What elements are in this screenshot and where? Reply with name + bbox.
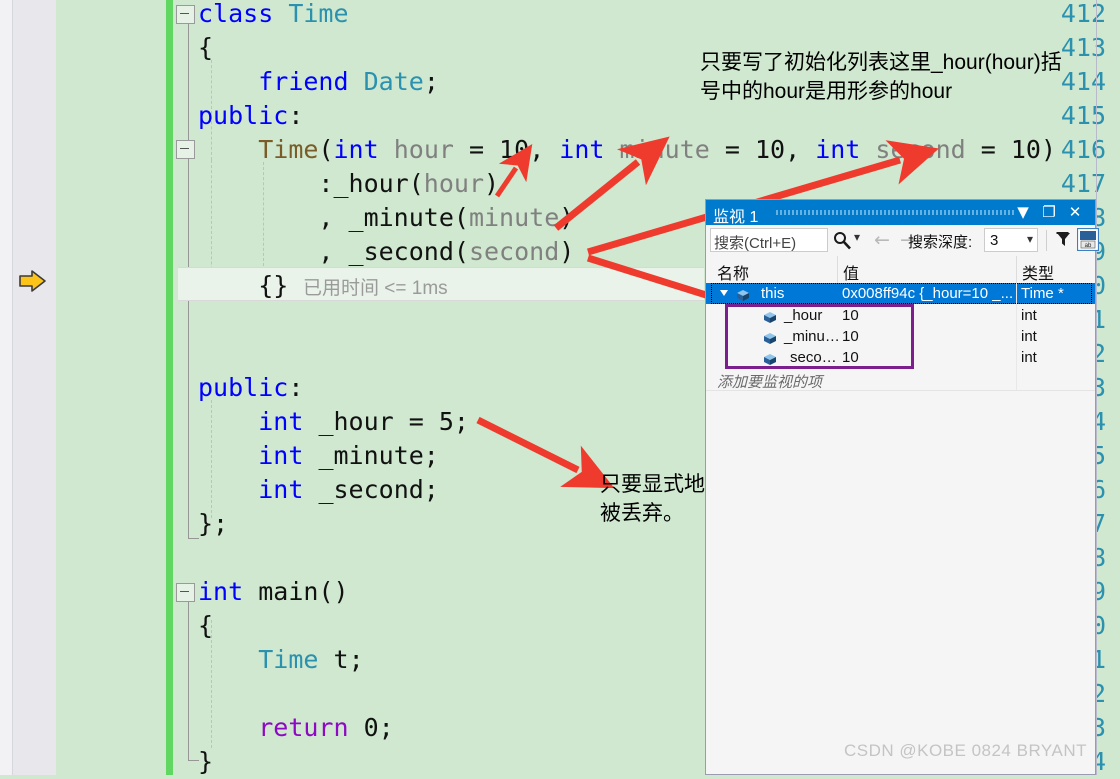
code-line[interactable]: int _second; <box>198 473 439 507</box>
code-line[interactable]: public: <box>198 371 303 405</box>
code-line[interactable]: { <box>198 609 213 643</box>
watch-back-arrow-icon[interactable]: ← <box>874 229 890 251</box>
watch-depth-select[interactable]: 3 ▾ <box>984 228 1038 252</box>
fold-toggle-ctor-icon[interactable] <box>176 140 195 159</box>
watch-cell-type: int <box>1021 328 1037 345</box>
watch-column-divider[interactable] <box>837 256 838 283</box>
watch-column-divider[interactable] <box>1016 256 1017 283</box>
watch-column-value[interactable]: 值 <box>843 260 859 284</box>
code-line[interactable]: , _minute(minute) <box>198 201 574 235</box>
watch-depth-value: 3 <box>990 232 999 249</box>
code-line[interactable]: } <box>198 745 213 779</box>
fold-toggle-main-icon[interactable] <box>176 583 195 602</box>
editor-outer-margin <box>0 0 13 775</box>
code-line[interactable]: , _second(second) <box>198 235 574 269</box>
editor-vertical-divider <box>1096 0 1097 775</box>
watch-cell-type: int <box>1021 349 1037 366</box>
watch-row-focus-rect <box>711 283 1092 304</box>
watch-dropdown-icon[interactable]: ▼ <box>1013 203 1033 222</box>
watch-maximize-icon[interactable]: ❐ <box>1039 203 1059 222</box>
watch-highlight-box <box>725 304 914 369</box>
annotation-init-list-param: 只要写了初始化列表这里_hour(hour)括 号中的hour是用形参的hour <box>700 51 1062 103</box>
watch-cell-type: int <box>1021 307 1037 324</box>
elapsed-time-label: 已用时间 <= 1ms <box>303 278 448 299</box>
line-number: 417 <box>1060 169 1106 198</box>
code-line[interactable]: int _minute; <box>198 439 439 473</box>
code-line[interactable]: friend Date; <box>198 65 439 99</box>
code-line[interactable]: }; <box>198 507 228 541</box>
watch-row-placeholder[interactable]: 添加要监视的项 <box>706 369 1095 391</box>
watch-add-item-placeholder: 添加要监视的项 <box>717 374 823 391</box>
code-line[interactable]: { <box>198 31 213 65</box>
watch-title-drag-dots[interactable] <box>776 210 1015 215</box>
code-line[interactable]: Time t; <box>198 643 363 677</box>
watch-search-placeholder: 搜索(Ctrl+E) <box>714 235 797 252</box>
code-line[interactable]: return 0; <box>198 711 393 745</box>
pin-filter-icon[interactable] <box>1054 230 1074 254</box>
watch-window[interactable]: 监视 1 ▼ ❐ ✕ 搜索(Ctrl+E) ▾ ← → 搜索深度: 3 ▾ ab… <box>705 199 1100 775</box>
code-line[interactable]: Time(int hour = 10, int minute = 10, int… <box>198 133 1056 167</box>
code-line[interactable]: int _hour = 5; <box>198 405 469 439</box>
fold-toggle-class-icon[interactable] <box>176 5 195 24</box>
editor-line-number-margin <box>56 0 166 775</box>
watch-search-input[interactable]: 搜索(Ctrl+E) <box>710 228 828 252</box>
watch-depth-label: 搜索深度: <box>908 234 973 251</box>
watch-toolbar-separator <box>1046 230 1047 251</box>
watch-column-type[interactable]: 类型 <box>1022 260 1054 284</box>
svg-text:ab: ab <box>1085 243 1092 249</box>
code-line[interactable]: int main() <box>198 575 349 609</box>
line-number: 412 <box>1060 0 1106 28</box>
chevron-down-icon[interactable]: ▾ <box>1027 232 1033 246</box>
current-statement-arrow-icon <box>18 268 48 294</box>
code-line[interactable]: public: <box>198 99 303 133</box>
hex-display-icon[interactable]: ab <box>1076 227 1100 255</box>
watch-search-dropdown-icon[interactable]: ▾ <box>854 230 860 244</box>
code-line[interactable]: {} <box>198 269 288 303</box>
code-line[interactable]: :_hour(hour) <box>198 167 499 201</box>
watch-title-bar[interactable]: 监视 1 ▼ ❐ ✕ <box>706 200 1095 226</box>
editor-change-bar <box>166 0 173 775</box>
watch-close-icon[interactable]: ✕ <box>1065 203 1085 222</box>
watch-column-divider <box>1016 283 1017 390</box>
editor-indicator-margin[interactable] <box>13 0 56 775</box>
code-line[interactable]: class Time <box>198 0 349 31</box>
watch-toolbar[interactable]: 搜索(Ctrl+E) ▾ ← → 搜索深度: 3 ▾ ab <box>706 225 1100 257</box>
structure-guide-main <box>188 601 189 760</box>
watch-title-label: 监视 1 <box>713 209 759 226</box>
watch-column-name[interactable]: 名称 <box>717 260 749 284</box>
search-icon[interactable] <box>832 230 852 254</box>
watermark: CSDN @KOBE 0824 BRYANT <box>843 741 1087 760</box>
watch-column-headers: 名称 值 类型 <box>706 256 1095 284</box>
